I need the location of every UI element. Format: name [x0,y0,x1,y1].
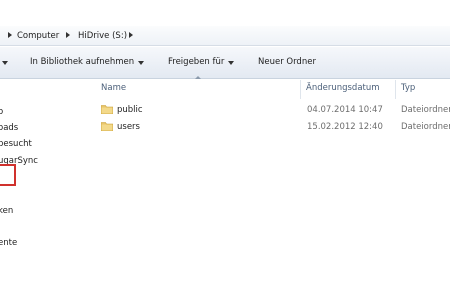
file-date: 04.07.2014 10:47 [307,105,383,115]
file-date: 15.02.2012 12:40 [307,122,383,132]
column-header-name[interactable]: Name [101,83,126,93]
navigation-pane: o oads besucht ugarSync ken ente [0,80,88,300]
command-bar: In Bibliothek aufnehmen Freigeben für Ne… [0,47,450,79]
sort-arrow-icon [195,76,201,79]
column-header-type[interactable]: Typ [401,83,415,93]
new-folder-button[interactable]: Neuer Ordner [258,57,316,67]
breadcrumb-separator-icon[interactable] [6,30,14,40]
nav-item-documents[interactable]: ente [0,238,17,248]
nav-item-libraries[interactable]: ken [0,206,13,216]
chevron-down-icon[interactable] [2,61,8,65]
nav-item[interactable]: o [0,107,3,117]
file-type: Dateiordner [401,122,450,132]
chevron-down-icon[interactable] [138,61,144,65]
column-divider[interactable] [300,80,301,99]
breadcrumb-separator-icon[interactable] [127,30,135,40]
nav-item-downloads[interactable]: oads [0,123,18,133]
include-in-library-button[interactable]: In Bibliothek aufnehmen [30,57,134,67]
highlight-annotation [0,164,16,186]
file-row[interactable]: users 15.02.2012 12:40 Dateiordner [95,119,450,135]
chevron-down-icon[interactable] [228,61,234,65]
breadcrumb-hidrive[interactable]: HiDrive (S:) [78,31,127,41]
folder-icon [101,105,113,114]
column-header-date[interactable]: Änderungsdatum [306,83,380,93]
address-bar[interactable]: Computer HiDrive (S:) [0,26,450,46]
share-with-button[interactable]: Freigeben für [168,57,224,67]
breadcrumb-computer[interactable]: Computer [17,31,59,41]
file-name: users [117,122,140,132]
file-name: public [117,105,143,115]
breadcrumb-separator-icon[interactable] [64,30,72,40]
file-type: Dateiordner [401,105,450,115]
file-row[interactable]: public 04.07.2014 10:47 Dateiordner [95,102,450,118]
nav-item-recent-places[interactable]: besucht [0,139,32,149]
folder-icon [101,122,113,131]
column-divider[interactable] [395,80,396,99]
